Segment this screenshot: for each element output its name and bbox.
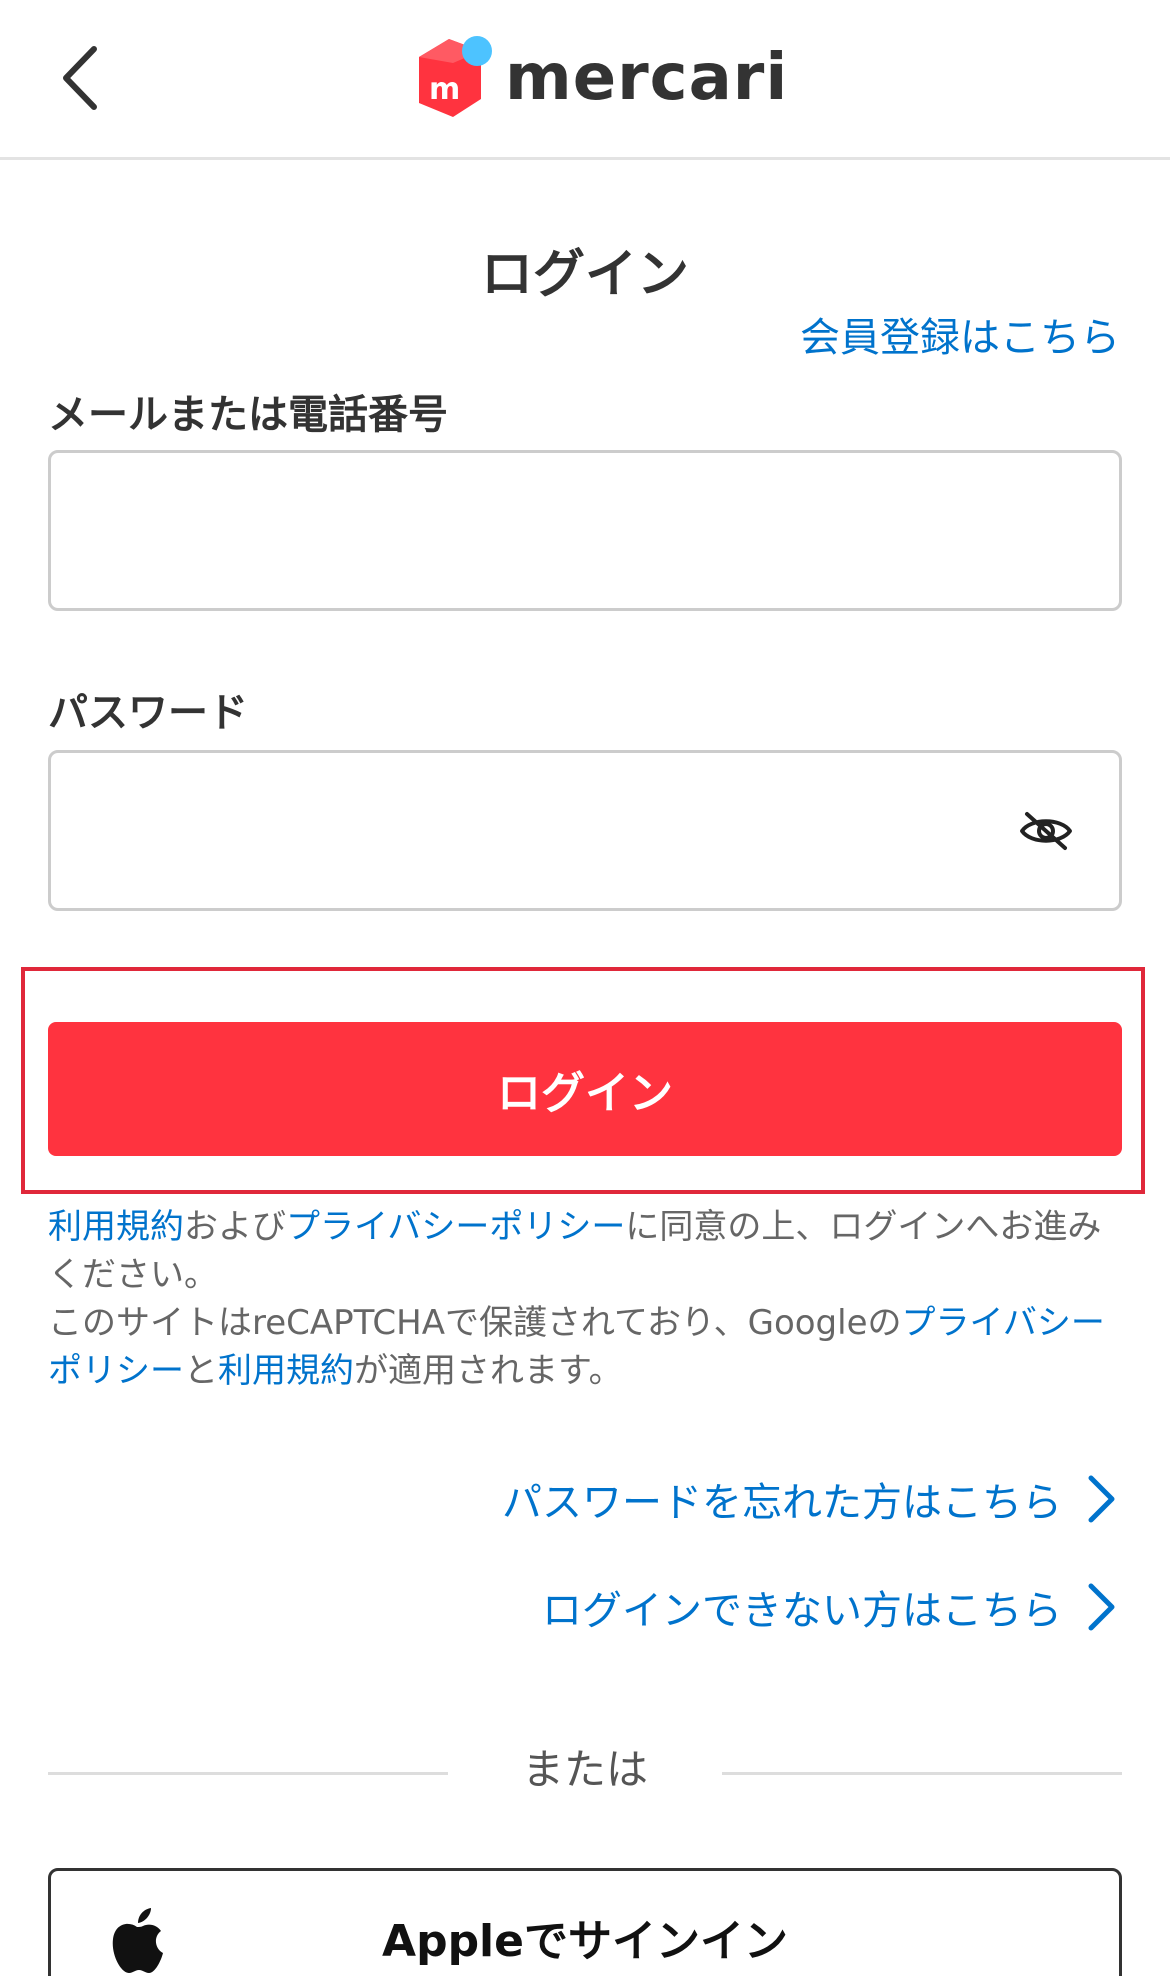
password-visibility-toggle[interactable]	[1017, 802, 1075, 860]
or-text: または	[521, 1745, 648, 1794]
forgot-password-label: パスワードを忘れた方はこちら	[502, 1480, 1062, 1526]
login-button[interactable]: ログイン	[48, 1022, 1122, 1156]
recaptcha-text: このサイトはreCAPTCHAで保護されており、Googleの	[48, 1303, 902, 1343]
terms-and-text: および	[184, 1207, 286, 1247]
back-button[interactable]	[40, 30, 120, 126]
password-label: パスワード	[48, 690, 248, 736]
email-field-container	[48, 450, 1122, 611]
eye-off-icon	[1020, 811, 1072, 850]
password-field[interactable]	[51, 753, 1119, 908]
divider-line-right	[722, 1772, 1122, 1775]
chevron-left-icon	[63, 46, 97, 110]
email-label: メールまたは電話番号	[48, 392, 448, 438]
page-title: ログイン	[480, 245, 689, 305]
cannot-login-link[interactable]: ログインできない方はこちら	[542, 1578, 1120, 1636]
recaptcha-applies-text: が適用されます。	[354, 1351, 623, 1391]
cannot-login-label: ログインできない方はこちら	[542, 1588, 1062, 1634]
login-page: m mercari ログイン 会員登録はこちら メールまたは電話番号 パスワード…	[0, 0, 1170, 1976]
chevron-right-icon	[1086, 1473, 1120, 1525]
header: m mercari	[0, 0, 1170, 160]
chevron-right-icon	[1086, 1581, 1120, 1633]
apple-signin-button[interactable]: Appleでサインイン	[48, 1868, 1122, 1976]
mercari-logo-icon: m	[419, 36, 492, 117]
or-divider: または	[48, 1736, 1122, 1796]
email-field[interactable]	[51, 453, 1119, 608]
privacy-policy-link[interactable]: プライバシーポリシー	[286, 1207, 625, 1247]
terms-notice: 利用規約およびプライバシーポリシーに同意の上、ログインへお進みください。 このサ…	[48, 1203, 1128, 1395]
apple-signin-label: Appleでサインイン	[382, 1916, 788, 1967]
terms-link[interactable]: 利用規約	[48, 1207, 184, 1247]
svg-text:m: m	[429, 72, 460, 107]
mercari-logo: m mercari	[415, 28, 788, 128]
logo-text: mercari	[505, 41, 789, 115]
recaptcha-and-text: と	[184, 1351, 218, 1391]
signup-link[interactable]: 会員登録はこちら	[800, 305, 1120, 363]
password-field-container	[48, 750, 1122, 911]
google-terms-link[interactable]: 利用規約	[218, 1351, 354, 1391]
forgot-password-link[interactable]: パスワードを忘れた方はこちら	[502, 1470, 1120, 1528]
